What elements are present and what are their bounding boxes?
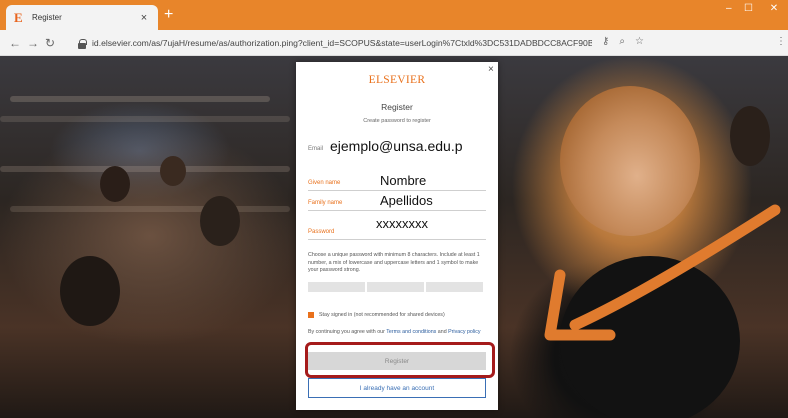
browser-toolbar: ← → ↻ id.elsevier.com/as/7ujaH/resume/as…: [0, 30, 788, 56]
star-icon[interactable]: ☆: [635, 36, 644, 47]
email-label: Email: [308, 146, 324, 152]
password-field[interactable]: Password xxxxxxxx: [308, 216, 486, 240]
screen: E Register × + – ☐ ✕ ← → ↻ id.elsevier.c…: [0, 0, 788, 418]
seat-row: [0, 166, 290, 172]
password-help-text: Choose a unique password with minimum 8 …: [308, 252, 480, 273]
browser-tab-strip: E Register × + – ☐ ✕: [0, 0, 788, 30]
zoom-icon[interactable]: ⌕: [619, 36, 625, 47]
family-name-label: Family name: [308, 200, 343, 206]
minimize-window-icon[interactable]: –: [726, 4, 732, 14]
seat-row: [10, 96, 270, 102]
reload-button[interactable]: ↻: [45, 36, 55, 50]
family-name-value[interactable]: Apellidos: [380, 193, 433, 208]
menu-icon[interactable]: ⋮: [776, 37, 786, 47]
terms-text: By continuing you agree with our Terms a…: [308, 329, 490, 337]
audience-head: [160, 156, 186, 186]
email-value[interactable]: ejemplo@unsa.edu.p: [330, 138, 463, 154]
already-have-account-button[interactable]: I already have an account: [308, 378, 486, 398]
terms-link[interactable]: Terms and conditions: [386, 329, 436, 335]
strength-segment: [367, 282, 424, 292]
elsevier-logo: ELSEVIER: [368, 74, 426, 86]
password-strength-meter: [308, 282, 483, 292]
audience-head: [730, 106, 770, 166]
strength-segment: [308, 282, 365, 292]
terms-prefix: By continuing you agree with our: [308, 329, 385, 335]
forward-button[interactable]: →: [27, 36, 39, 50]
tab-title: Register: [32, 13, 62, 22]
given-name-label: Given name: [308, 180, 341, 186]
orange-arrow-icon: [544, 204, 781, 341]
password-label: Password: [308, 229, 335, 235]
lock-icon: [78, 38, 87, 49]
dialog-title: Register: [381, 102, 413, 112]
stay-signed-in-option[interactable]: Stay signed in (not recommended for shar…: [308, 312, 445, 318]
address-bar-actions: ⚷ ⌕ ☆: [602, 36, 644, 47]
given-name-field[interactable]: Given name Nombre: [308, 169, 486, 191]
maximize-window-icon[interactable]: ☐: [744, 4, 753, 14]
back-button[interactable]: ←: [9, 36, 21, 50]
key-icon[interactable]: ⚷: [602, 36, 609, 47]
elsevier-favicon-icon: E: [14, 9, 23, 25]
dialog-subtitle: Create password to register: [363, 118, 431, 124]
address-bar[interactable]: id.elsevier.com/as/7ujaH/resume/as/autho…: [78, 33, 678, 53]
register-highlight-box: [305, 342, 495, 378]
url-text[interactable]: id.elsevier.com/as/7ujaH/resume/as/autho…: [92, 38, 592, 48]
given-name-value[interactable]: Nombre: [380, 173, 426, 188]
audience-head: [60, 256, 120, 326]
seat-row: [10, 206, 290, 212]
privacy-link[interactable]: Privacy policy: [448, 329, 480, 335]
stay-signed-in-checkbox[interactable]: [308, 312, 314, 318]
new-tab-button[interactable]: +: [164, 7, 173, 23]
browser-tab[interactable]: E Register ×: [6, 5, 158, 30]
family-name-field[interactable]: Family name Apellidos: [308, 189, 486, 211]
close-tab-icon[interactable]: ×: [138, 12, 150, 24]
password-value[interactable]: xxxxxxxx: [376, 216, 428, 231]
stay-signed-in-label: Stay signed in (not recommended for shar…: [319, 312, 445, 318]
terms-and: and: [437, 329, 447, 335]
email-field[interactable]: Email ejemplo@unsa.edu.p: [308, 134, 486, 156]
audience-head: [100, 166, 130, 202]
audience-head: [200, 196, 240, 246]
strength-segment: [426, 282, 483, 292]
close-window-icon[interactable]: ✕: [764, 4, 784, 14]
seat-row: [0, 116, 290, 122]
